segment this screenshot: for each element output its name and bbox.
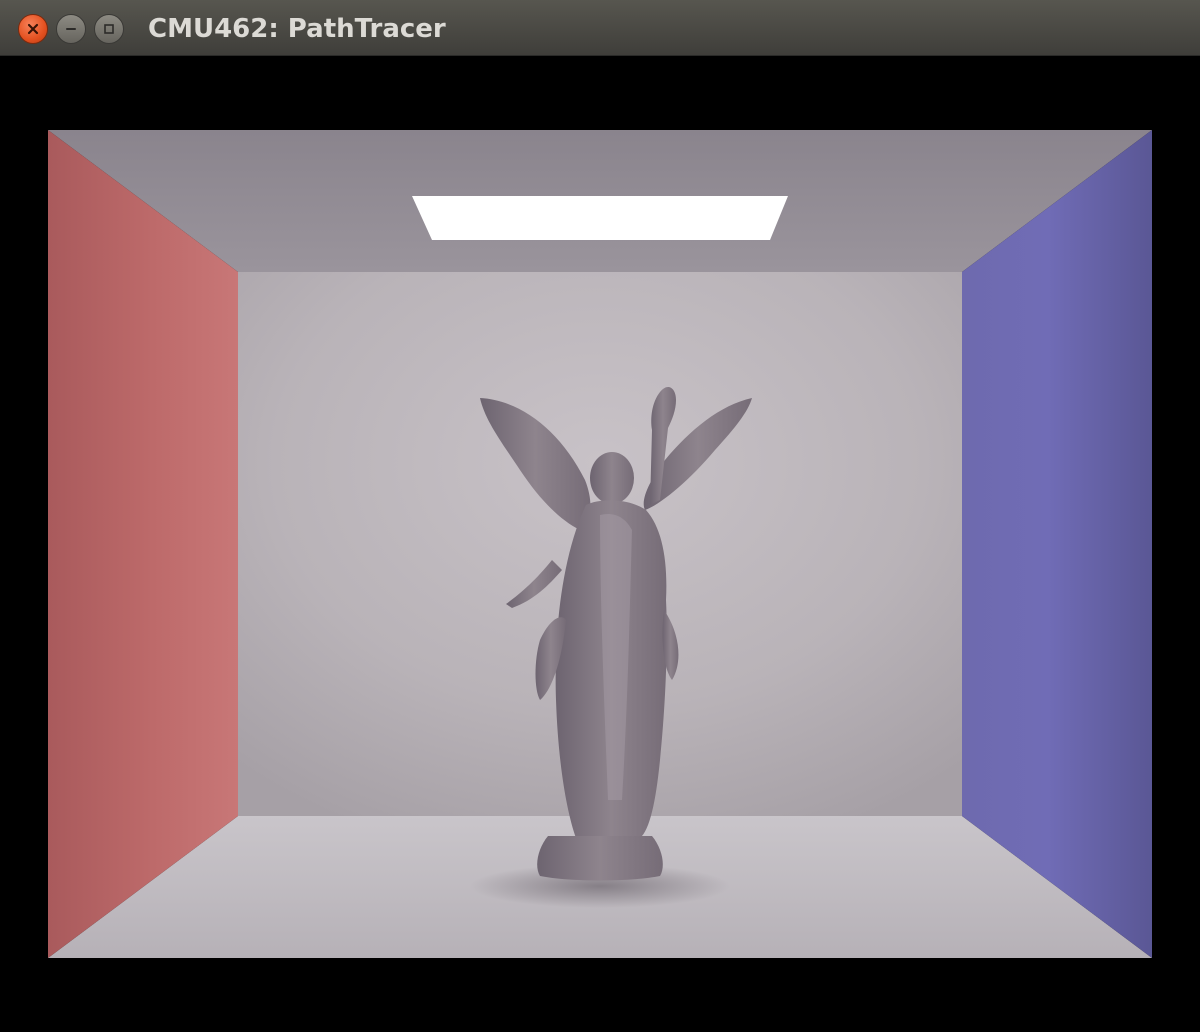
left-wall [48,130,238,958]
minimize-icon [64,22,78,36]
render-viewport[interactable] [0,56,1200,1032]
window-titlebar[interactable]: CMU462: PathTracer [0,0,1200,56]
window-title: CMU462: PathTracer [148,14,446,44]
close-icon [26,22,40,36]
close-button[interactable] [18,14,48,44]
maximize-icon [102,22,116,36]
render-canvas [48,130,1152,958]
minimize-button[interactable] [56,14,86,44]
area-light [412,196,788,240]
maximize-button[interactable] [94,14,124,44]
right-wall [962,130,1152,958]
